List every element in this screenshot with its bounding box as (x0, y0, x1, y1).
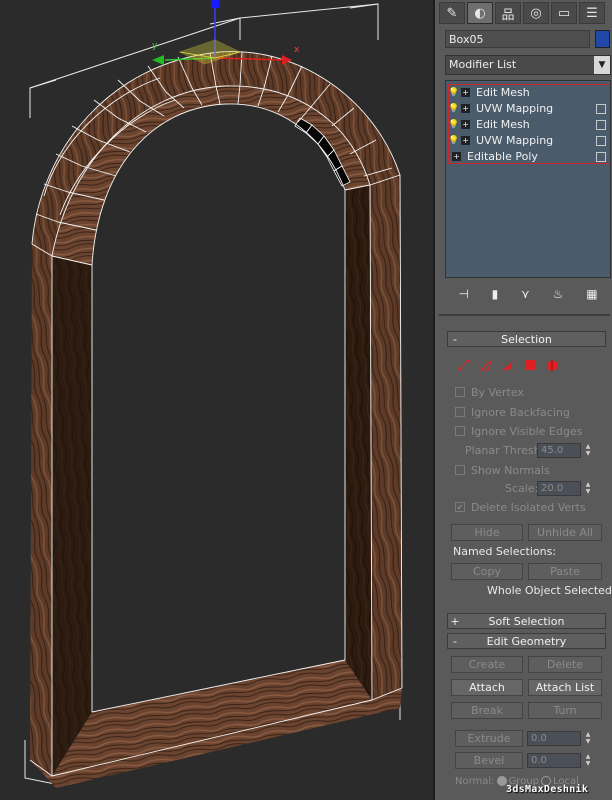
make-unique-icon[interactable]: ⋎ (521, 287, 530, 301)
element-icon[interactable] (545, 358, 559, 372)
planar-thresh-spinner[interactable]: 45.0 (537, 443, 581, 458)
command-panel: ✎ ◐ 品 ◎ ▭ ☰ Box05 Modifier List ▼ 💡 + Edi… (433, 0, 612, 800)
ignore-visible-edges-checkbox[interactable]: Ignore Visible Edges (455, 424, 582, 438)
stack-highlight-frame (448, 84, 610, 164)
edge-icon[interactable] (479, 358, 493, 372)
pin-stack-icon[interactable]: ⊣ (458, 287, 468, 301)
ignore-visible-edges-label: Ignore Visible Edges (471, 424, 583, 438)
spinner-arrows-icon[interactable]: ▲ ▼ (583, 443, 593, 458)
show-end-result-icon[interactable]: ▮ (492, 287, 499, 301)
collapse-icon: - (453, 634, 457, 648)
chevron-down-icon[interactable]: ▼ (594, 56, 610, 74)
create-button[interactable]: Create (451, 656, 523, 673)
right-jamb-front (370, 175, 402, 700)
attach-list-button[interactable]: Attach List (528, 679, 602, 696)
rollout-title: Soft Selection (488, 614, 565, 628)
ignore-backfacing-label: Ignore Backfacing (471, 405, 570, 419)
normal-label: Normal: (455, 775, 495, 787)
delete-isolated-verts-checkbox[interactable]: Delete Isolated Verts (455, 500, 586, 514)
create-icon[interactable]: ✎ (439, 2, 465, 24)
face-icon[interactable] (501, 358, 515, 372)
extrude-button[interactable]: Extrude (455, 730, 523, 747)
spinner-arrows-icon[interactable]: ▲ ▼ (583, 481, 593, 496)
viewport-scene: y x (24, 0, 403, 788)
left-jamb-front (30, 244, 52, 776)
selection-rollout-header[interactable]: - Selection (447, 331, 606, 347)
delete-button[interactable]: Delete (528, 656, 602, 673)
transform-gizmo[interactable] (152, 0, 292, 65)
by-vertex-checkbox[interactable]: By Vertex (455, 385, 524, 399)
show-normals-label: Show Normals (471, 463, 550, 477)
planar-thresh-label: Planar Thresh: (465, 444, 545, 457)
bevel-button[interactable]: Bevel (455, 752, 523, 769)
attach-button[interactable]: Attach (451, 679, 523, 696)
utilities-icon[interactable]: ☰ (579, 2, 605, 24)
display-icon[interactable]: ▭ (551, 2, 577, 24)
divider (439, 314, 610, 316)
hierarchy-icon[interactable]: 品 (495, 2, 521, 24)
expand-icon: + (450, 614, 460, 628)
right-jamb-side (345, 185, 372, 700)
modifier-list-dropdown[interactable]: Modifier List ▼ (445, 55, 611, 75)
hide-button[interactable]: Hide (451, 524, 523, 541)
rollout-title: Selection (501, 332, 552, 346)
modify-icon[interactable]: ◐ (467, 2, 493, 24)
unhide-all-button[interactable]: Unhide All (528, 524, 602, 541)
scale-spinner[interactable]: 20.0 (537, 481, 581, 496)
delete-isolated-verts-label: Delete Isolated Verts (471, 500, 586, 514)
by-vertex-label: By Vertex (471, 385, 524, 399)
soft-selection-rollout-header[interactable]: + Soft Selection (447, 613, 606, 629)
edit-geometry-rollout-header[interactable]: - Edit Geometry (447, 633, 606, 649)
rollout-title: Edit Geometry (486, 634, 567, 648)
collapse-icon: - (453, 332, 457, 346)
modifier-list-label: Modifier List (449, 58, 517, 71)
subobject-level-icons (457, 357, 597, 373)
remove-modifier-icon[interactable]: ♨ (553, 287, 564, 301)
named-selections-label: Named Selections: (453, 545, 557, 558)
modifier-stack[interactable]: 💡 + Edit Mesh 💡 + UVW Mapping 💡 + Edit Mesh… (445, 80, 611, 278)
object-name-field[interactable]: Box05 (445, 30, 590, 48)
object-color-swatch[interactable] (595, 30, 610, 48)
ignore-backfacing-checkbox[interactable]: Ignore Backfacing (455, 405, 570, 419)
motion-icon[interactable]: ◎ (523, 2, 549, 24)
polygon-icon[interactable] (523, 358, 537, 372)
bevel-spinner[interactable]: 0.0 (527, 753, 581, 768)
panel-tabs: ✎ ◐ 品 ◎ ▭ ☰ (439, 2, 611, 24)
extrude-spinner[interactable]: 0.0 (527, 731, 581, 746)
axis-y-label: y (152, 41, 158, 51)
configure-sets-icon[interactable]: ▦ (586, 287, 597, 301)
scale-label: Scale: (505, 482, 539, 495)
vertex-icon[interactable] (457, 358, 471, 372)
break-button[interactable]: Break (451, 702, 523, 719)
spinner-arrows-icon[interactable]: ▲ ▼ (583, 731, 593, 746)
watermark: 3dsMaxDeshnik (506, 784, 589, 795)
spinner-arrows-icon[interactable]: ▲ ▼ (583, 753, 593, 768)
turn-button[interactable]: Turn (528, 702, 602, 719)
stack-toolbar: ⊣ ▮ ⋎ ♨ ▦ (447, 284, 609, 304)
copy-button[interactable]: Copy (451, 563, 523, 580)
perspective-viewport[interactable]: y x (0, 0, 433, 800)
show-normals-checkbox[interactable]: Show Normals (455, 463, 550, 477)
paste-button[interactable]: Paste (528, 563, 602, 580)
axis-x-label: x (294, 45, 300, 55)
selection-status-text: Whole Object Selected (487, 584, 612, 597)
